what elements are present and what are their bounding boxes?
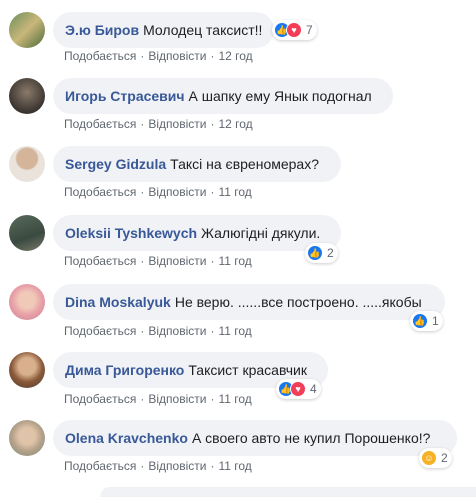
- reaction-summary[interactable]: 👍 1: [410, 311, 443, 331]
- avatar[interactable]: [9, 78, 45, 114]
- like-button[interactable]: Подобається: [64, 459, 136, 473]
- comment-actions: Подобається · Відповісти · 11 год: [64, 185, 252, 199]
- comment-text: А своего авто не купил Порошенко!?: [191, 430, 431, 446]
- reaction-count: 4: [310, 382, 317, 396]
- reaction-summary[interactable]: ☺ 2: [419, 448, 452, 468]
- like-button[interactable]: Подобається: [64, 49, 136, 63]
- avatar[interactable]: [9, 146, 45, 182]
- like-icon: 👍: [412, 313, 428, 329]
- like-button[interactable]: Подобається: [64, 324, 136, 338]
- reply-button[interactable]: Відповісти: [148, 49, 206, 63]
- comment-author[interactable]: Э.ю Биров: [65, 22, 139, 38]
- comment-actions: Подобається · Відповісти · 11 год: [64, 254, 252, 268]
- love-icon: ♥: [290, 381, 306, 397]
- reaction-summary[interactable]: 👍 ♥ 7: [272, 20, 317, 40]
- timestamp[interactable]: 11 год: [218, 459, 251, 473]
- comment-bubble: Olena Kravchenko А своего авто не купил …: [53, 420, 457, 456]
- avatar[interactable]: [9, 215, 45, 251]
- timestamp[interactable]: 12 год: [218, 117, 252, 131]
- haha-icon: ☺: [421, 450, 437, 466]
- comment-author[interactable]: Olena Kravchenko: [65, 430, 188, 446]
- reaction-count: 7: [306, 23, 313, 37]
- comment-actions: Подобається · Відповісти · 12 год: [64, 49, 253, 63]
- reply-button[interactable]: Відповісти: [148, 185, 206, 199]
- comment-text: Таксі на євреномерах?: [170, 156, 319, 172]
- comment-text: Молодец таксист!!: [143, 22, 263, 38]
- comment-bubble: Oleksii Tyshkewych Жалюгідні дякули.: [53, 215, 341, 251]
- reply-button[interactable]: Відповісти: [148, 254, 206, 268]
- comment-actions: Подобається · Відповісти · 12 год: [64, 117, 253, 131]
- separator: ·: [210, 185, 215, 199]
- reply-button[interactable]: Відповісти: [148, 324, 206, 338]
- timestamp[interactable]: 11 год: [218, 324, 251, 338]
- separator: ·: [140, 117, 145, 131]
- reply-button[interactable]: Відповісти: [148, 117, 206, 131]
- comment-author[interactable]: Dina Moskalyuk: [65, 294, 171, 310]
- like-button[interactable]: Подобається: [64, 185, 136, 199]
- comment-bubble: Sergey Gidzula Таксі на євреномерах?: [53, 146, 341, 182]
- separator: ·: [140, 185, 145, 199]
- separator: ·: [140, 392, 145, 406]
- separator: ·: [210, 459, 215, 473]
- separator: ·: [140, 324, 145, 338]
- separator: ·: [210, 49, 215, 63]
- separator: ·: [210, 392, 215, 406]
- like-button[interactable]: Подобається: [64, 254, 136, 268]
- reaction-count: 2: [327, 246, 334, 260]
- separator: ·: [140, 459, 145, 473]
- comment-actions: Подобається · Відповісти · 11 год: [64, 459, 252, 473]
- comment-author[interactable]: Sergey Gidzula: [65, 156, 166, 172]
- timestamp[interactable]: 11 год: [218, 185, 251, 199]
- reply-button[interactable]: Відповісти: [148, 392, 206, 406]
- reaction-summary[interactable]: 👍 2: [305, 243, 338, 263]
- love-icon: ♥: [286, 22, 302, 38]
- avatar[interactable]: [9, 284, 45, 320]
- reply-button[interactable]: Відповісти: [148, 459, 206, 473]
- comment-text: А шапку ему Янык подогнал: [188, 88, 372, 104]
- like-button[interactable]: Подобається: [64, 117, 136, 131]
- comment-bubble: Dina Moskalyuk Не верю. ......все постро…: [53, 284, 445, 320]
- separator: ·: [210, 254, 215, 268]
- comment-text: Жалюгідні дякули.: [201, 225, 321, 241]
- comment-bubble: Игорь Страсевич А шапку ему Янык подогна…: [53, 78, 393, 114]
- avatar[interactable]: [9, 352, 45, 388]
- comment-author[interactable]: Дима Григоренко: [65, 362, 184, 378]
- comment-bubble: Э.ю Биров Молодец таксист!!: [53, 12, 274, 48]
- next-comment-bubble: [100, 487, 476, 497]
- timestamp[interactable]: 11 год: [218, 392, 251, 406]
- comment-author[interactable]: Oleksii Tyshkewych: [65, 225, 197, 241]
- avatar[interactable]: [9, 12, 45, 48]
- reaction-count: 1: [432, 314, 439, 328]
- avatar[interactable]: [9, 420, 45, 456]
- comment-actions: Подобається · Відповісти · 11 год: [64, 324, 252, 338]
- comment-text: Таксист красавчик: [188, 362, 308, 378]
- separator: ·: [210, 324, 215, 338]
- like-icon: 👍: [307, 245, 323, 261]
- comment-author[interactable]: Игорь Страсевич: [65, 88, 185, 104]
- comment-text: Не верю. ......все построено. .....якобы: [174, 294, 422, 310]
- separator: ·: [140, 49, 145, 63]
- timestamp[interactable]: 11 год: [218, 254, 251, 268]
- separator: ·: [210, 117, 215, 131]
- like-button[interactable]: Подобається: [64, 392, 136, 406]
- separator: ·: [140, 254, 145, 268]
- comment-actions: Подобається · Відповісти · 11 год: [64, 392, 252, 406]
- reaction-count: 2: [441, 451, 448, 465]
- timestamp[interactable]: 12 год: [218, 49, 252, 63]
- reaction-summary[interactable]: 👍 ♥ 4: [276, 379, 321, 399]
